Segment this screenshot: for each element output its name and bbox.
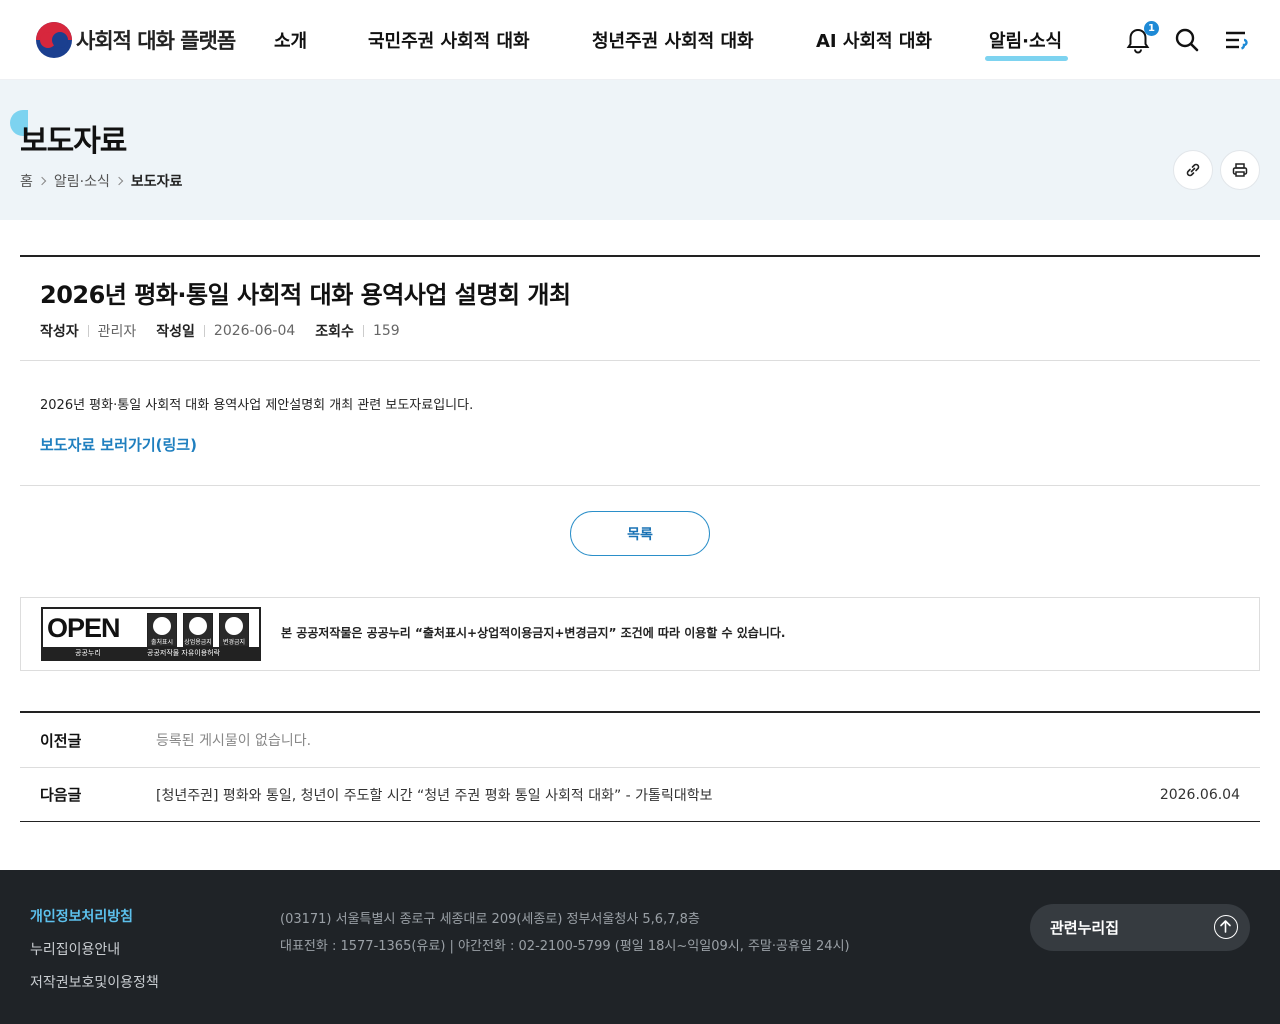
related-sites-button[interactable]: 관련누리집	[1030, 904, 1250, 951]
prev-next-table: 이전글 등록된 게시물이 없습니다. 다음글 [청년주권] 평화와 통일, 청년…	[20, 711, 1260, 822]
footer-phone: 대표전화 : 1577-1365(유료) | 야간전화 : 02-2100-57…	[280, 939, 850, 954]
kogl-open-text: OPEN	[47, 613, 121, 643]
taegeuk-logo-icon	[36, 22, 72, 58]
site-logo[interactable]: 사회적 대화 플랫폼	[36, 22, 236, 58]
next-label: 다음글	[40, 786, 82, 804]
search-icon[interactable]	[1173, 26, 1201, 54]
next-post-row[interactable]: 다음글 [청년주권] 평화와 통일, 청년이 주도할 시간 “청년 주권 평화 …	[20, 767, 1260, 821]
list-button[interactable]: 목록	[570, 511, 710, 556]
page-title: 보도자료	[20, 124, 127, 159]
noncommercial-icon: 상업용금지	[183, 613, 213, 647]
nav-item-intro[interactable]: 소개	[274, 27, 307, 53]
license-box: OPEN 출처표시 상업용금지 변경금지 공공누리 공공저작물 자유이용허락 본…	[20, 597, 1260, 671]
breadcrumb-home[interactable]: 홈	[20, 171, 33, 191]
page-header: 보도자료 홈 알림·소식 보도자료	[0, 80, 1280, 220]
breadcrumb: 홈 알림·소식 보도자료	[20, 171, 182, 191]
views-value: 159	[372, 323, 400, 339]
post-title: 2026년 평화·통일 사회적 대화 용역사업 설명회 개최	[40, 281, 571, 309]
arrow-up-icon	[1214, 915, 1238, 939]
views-label: 조회수	[315, 324, 354, 340]
date-value: 2026-06-04	[213, 323, 296, 339]
link-icon	[1186, 163, 1200, 177]
license-text: 본 공공저작물은 공공누리 “출처표시+상업적이용금지+변경금지” 조건에 따라…	[281, 626, 786, 640]
site-header: 사회적 대화 플랫폼 소개 국민주권 사회적 대화 청년주권 사회적 대화 AI…	[0, 0, 1280, 80]
nav-item-ai-dialogue[interactable]: AI 사회적 대화	[816, 27, 932, 53]
press-release-link[interactable]: 보도자료 보러가기(링크)	[40, 434, 197, 455]
chevron-right-icon	[114, 176, 124, 186]
chevron-right-icon	[37, 176, 47, 186]
print-button[interactable]	[1220, 150, 1260, 190]
prev-post-row: 이전글 등록된 게시물이 없습니다.	[20, 713, 1260, 767]
kogl-license-badge: OPEN 출처표시 상업용금지 변경금지 공공누리 공공저작물 자유이용허락	[41, 607, 261, 661]
nav-item-news[interactable]: 알림·소식	[984, 27, 1069, 61]
divider	[20, 360, 1260, 361]
next-post-date: 2026.06.04	[1159, 786, 1240, 803]
print-icon	[1232, 163, 1248, 177]
kogl-strip: 공공누리 공공저작물 자유이용허락	[43, 647, 259, 659]
post-meta: 작성자 관리자 작성일 2026-06-04 조회수 159	[40, 321, 420, 341]
nav-item-youth-dialogue[interactable]: 청년주권 사회적 대화	[592, 27, 754, 53]
site-guide-link[interactable]: 누리집이용안내	[30, 939, 159, 959]
privacy-policy-link[interactable]: 개인정보처리방침	[30, 906, 159, 926]
site-footer: 개인정보처리방침 누리집이용안내 저작권보호및이용정책 (03171) 서울특별…	[0, 870, 1280, 1024]
breadcrumb-current: 보도자료	[130, 174, 183, 190]
footer-links: 개인정보처리방침 누리집이용안내 저작권보호및이용정책	[30, 906, 159, 1005]
footer-info: (03171) 서울특별시 종로구 세종대로 209(세종로) 정부서울청사 5…	[280, 906, 850, 960]
breadcrumb-news[interactable]: 알림·소식	[54, 171, 110, 191]
article: 2026년 평화·통일 사회적 대화 용역사업 설명회 개최 작성자 관리자 작…	[20, 255, 1260, 556]
divider	[20, 255, 1260, 257]
footer-address: (03171) 서울특별시 종로구 세종대로 209(세종로) 정부서울청사 5…	[280, 912, 700, 927]
related-sites-label: 관련누리집	[1050, 919, 1120, 937]
prev-label: 이전글	[40, 731, 82, 750]
copyright-policy-link[interactable]: 저작권보호및이용정책	[30, 972, 159, 992]
author-value: 관리자	[97, 324, 137, 340]
post-body: 2026년 평화·통일 사회적 대화 용역사업 제안설명회 개최 관련 보도자료…	[40, 398, 474, 413]
menu-icon[interactable]	[1223, 26, 1251, 54]
no-derivatives-icon: 변경금지	[219, 613, 249, 647]
copy-link-button[interactable]	[1173, 150, 1213, 190]
logo-text: 사회적 대화 플랫폼	[76, 29, 236, 53]
author-label: 작성자	[40, 324, 79, 340]
attribution-icon: 출처표시	[147, 613, 177, 647]
divider	[20, 485, 1260, 486]
next-post-link[interactable]: [청년주권] 평화와 통일, 청년이 주도할 시간 “청년 주권 평화 통일 사…	[156, 785, 712, 805]
notification-badge: 1	[1144, 21, 1159, 36]
prev-text: 등록된 게시물이 없습니다.	[156, 733, 312, 749]
date-label: 작성일	[156, 324, 195, 340]
nav-item-citizen-dialogue[interactable]: 국민주권 사회적 대화	[368, 27, 530, 53]
